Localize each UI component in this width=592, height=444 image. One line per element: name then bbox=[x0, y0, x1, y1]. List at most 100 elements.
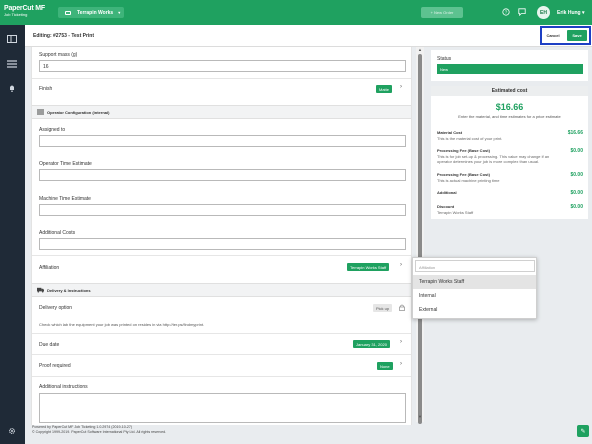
section-title: Operator Configuration (internal) bbox=[47, 110, 110, 115]
cost-row-machine: Processing Fee (Base Cost) This is actua… bbox=[437, 172, 583, 183]
operator-time-input[interactable] bbox=[39, 169, 406, 181]
delivery-option-tag[interactable]: Pick up bbox=[373, 304, 393, 312]
cost-row-desc: This is actual machine printing time bbox=[437, 178, 500, 183]
operator-config-section: Operator Configuration (internal) bbox=[32, 105, 411, 119]
cost-row-title: Processing Fee (Base Cost) bbox=[437, 148, 490, 153]
list-icon[interactable] bbox=[7, 60, 17, 68]
organization-selector[interactable]: Terrapin Works ▾ bbox=[58, 7, 124, 18]
delivery-note: Check which lab the equipment your job w… bbox=[39, 322, 205, 327]
additional-costs-input[interactable] bbox=[39, 238, 406, 250]
avatar[interactable]: EH bbox=[537, 6, 550, 19]
footer-copyright: © Copyright 1999-2019. PaperCut Software… bbox=[32, 430, 167, 434]
cost-note: Enter the material, and time estimates f… bbox=[458, 114, 561, 119]
highlight-box bbox=[540, 26, 591, 45]
messages-icon[interactable] bbox=[518, 8, 526, 16]
cost-row-desc: This is the material cost of your print. bbox=[437, 136, 503, 141]
building-icon bbox=[65, 10, 71, 15]
board-icon[interactable] bbox=[7, 35, 17, 43]
delivery-section: Delivery & Instructions bbox=[32, 283, 411, 297]
additional-instructions-label: Additional instructions bbox=[39, 384, 88, 390]
due-date-tag[interactable]: January 31, 2020 bbox=[353, 340, 390, 348]
user-menu[interactable]: Erik Hung ▾ bbox=[557, 10, 585, 16]
operator-time-label: Operator Time Estimate bbox=[39, 161, 92, 167]
chevron-down-icon: ▾ bbox=[118, 10, 121, 15]
cost-row-title: Discount bbox=[437, 204, 455, 209]
scroll-down-arrow[interactable]: ▼ bbox=[418, 414, 422, 419]
chevron-right-icon[interactable]: › bbox=[400, 339, 402, 345]
footer: Powered by PaperCut MF Job Ticketing 1.0… bbox=[32, 425, 166, 435]
finish-tag[interactable]: Matte bbox=[376, 85, 393, 93]
assigned-to-label: Assigned to bbox=[39, 127, 66, 133]
cost-row-title: Additional bbox=[437, 190, 457, 195]
brand-logo[interactable]: PaperCut MF Job Ticketing bbox=[4, 5, 45, 17]
estimated-cost-panel: Estimated cost $16.66 Enter the material… bbox=[431, 86, 588, 219]
divider bbox=[32, 333, 411, 334]
editing-header: Editing: #2753 - Test Print bbox=[25, 25, 592, 47]
affiliation-search-input[interactable]: Affiliation bbox=[415, 260, 535, 272]
delivery-option-label: Delivery option bbox=[39, 305, 73, 311]
machine-time-label: Machine Time Estimate bbox=[39, 196, 91, 202]
section-title: Delivery & Instructions bbox=[47, 288, 91, 293]
cost-row-desc: Terrapin Works Staff bbox=[437, 210, 474, 215]
status-panel: Status New bbox=[431, 50, 588, 81]
job-edit-form: Support mass (g) 16 Finish Matte › Opera… bbox=[31, 47, 412, 425]
total-price: $16.66 bbox=[495, 102, 524, 112]
menu-icon bbox=[37, 109, 44, 115]
proof-required-label: Proof required bbox=[39, 363, 71, 369]
page-title: Editing: #2753 - Test Print bbox=[33, 33, 95, 39]
support-mass-input[interactable]: 16 bbox=[39, 60, 406, 72]
chevron-right-icon[interactable]: › bbox=[400, 262, 402, 268]
cost-row-value: $0.00 bbox=[570, 204, 583, 210]
proof-required-tag[interactable]: None bbox=[377, 362, 393, 370]
cost-row-title: Material Cost bbox=[437, 130, 463, 135]
affiliation-label: Affiliation bbox=[39, 265, 60, 271]
top-bar: PaperCut MF Job Ticketing Terrapin Works… bbox=[0, 0, 592, 25]
svg-text:?: ? bbox=[505, 10, 508, 16]
status-label: Status bbox=[437, 56, 452, 62]
scroll-up-arrow[interactable]: ▲ bbox=[418, 47, 422, 52]
cost-header: Estimated cost bbox=[431, 86, 588, 96]
cost-row-value: $0.00 bbox=[570, 148, 583, 154]
brand-subtitle: Job Ticketing bbox=[4, 12, 28, 17]
chat-icon[interactable]: ✎ bbox=[577, 425, 589, 437]
organization-label: Terrapin Works bbox=[77, 9, 114, 16]
dropdown-option[interactable]: Internal bbox=[413, 289, 536, 303]
divider bbox=[32, 354, 411, 355]
bell-icon[interactable] bbox=[7, 84, 17, 92]
finish-label: Finish bbox=[39, 86, 53, 92]
machine-time-input[interactable] bbox=[39, 204, 406, 216]
chevron-right-icon[interactable]: › bbox=[400, 361, 402, 367]
lock-icon bbox=[399, 304, 405, 311]
cost-row-additional: Additional $0.00 bbox=[437, 190, 583, 196]
assigned-to-input[interactable] bbox=[39, 135, 406, 147]
brand-name: PaperCut MF bbox=[4, 5, 45, 12]
additional-instructions-textarea[interactable] bbox=[39, 393, 406, 423]
cost-row-processing: Processing Fee (Base Cost) This is for j… bbox=[437, 148, 583, 164]
status-badge: New bbox=[437, 64, 583, 74]
dropdown-option[interactable]: External bbox=[413, 303, 536, 317]
affiliation-tag[interactable]: Terrapin Works Staff bbox=[347, 263, 390, 271]
affiliation-dropdown: Affiliation Terrapin Works Staff Interna… bbox=[412, 257, 537, 319]
scrollbar-thumb[interactable] bbox=[418, 54, 422, 424]
additional-costs-label: Additional Costs bbox=[39, 230, 76, 236]
divider bbox=[32, 376, 411, 377]
sidebar bbox=[0, 25, 25, 444]
support-mass-label: Support mass (g) bbox=[39, 52, 78, 58]
settings-gear-icon[interactable] bbox=[7, 427, 17, 435]
chevron-right-icon[interactable]: › bbox=[400, 84, 402, 90]
cost-row-discount: Discount Terrapin Works Staff $0.00 bbox=[437, 204, 583, 215]
scrollbar[interactable]: ▲ ▼ bbox=[416, 47, 424, 424]
cost-row-material: Material Cost This is the material cost … bbox=[437, 130, 583, 141]
truck-icon bbox=[37, 287, 44, 293]
divider bbox=[32, 78, 411, 79]
dropdown-option[interactable]: Terrapin Works Staff bbox=[413, 275, 536, 289]
cost-row-value: $0.00 bbox=[570, 172, 583, 178]
help-icon[interactable]: ? bbox=[502, 8, 510, 16]
cost-row-title: Processing Fee (Base Cost) bbox=[437, 172, 490, 177]
new-order-button[interactable]: + New Order bbox=[421, 7, 463, 18]
cost-row-desc: This is for job set-up & processing. Thi… bbox=[437, 154, 550, 164]
cost-row-value: $0.00 bbox=[570, 190, 583, 196]
divider bbox=[32, 255, 411, 256]
due-date-label: Due date bbox=[39, 342, 60, 348]
cost-row-value: $16.66 bbox=[567, 130, 583, 136]
